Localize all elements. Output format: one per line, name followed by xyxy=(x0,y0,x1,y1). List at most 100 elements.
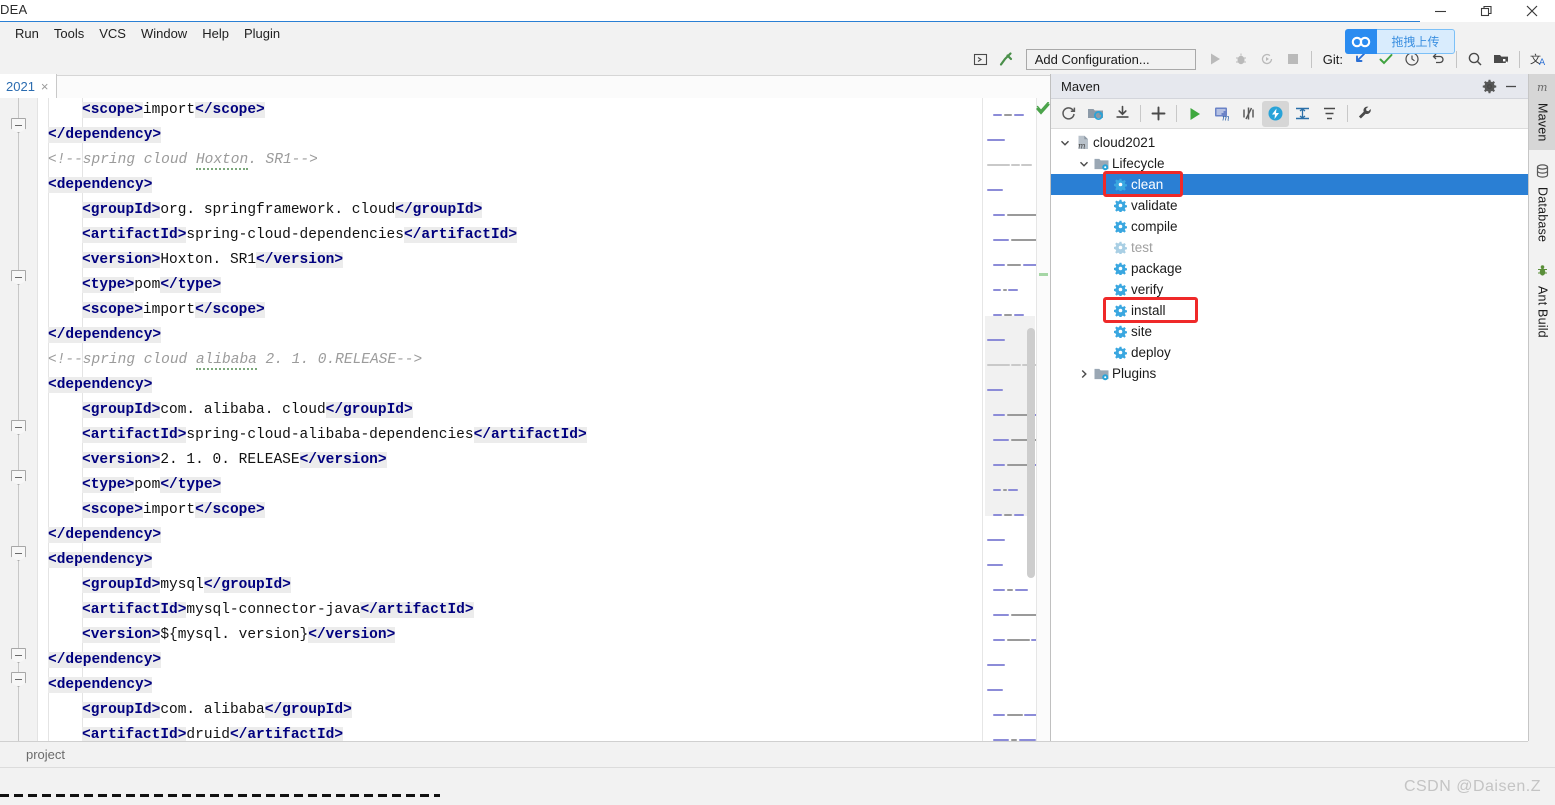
xml-tag: </scope> xyxy=(195,502,265,518)
fold-marker[interactable] xyxy=(11,118,26,133)
xml-tag: <artifactId> xyxy=(82,427,187,443)
menu-help[interactable]: Help xyxy=(195,24,236,43)
maven-tree-node-compile[interactable]: compile xyxy=(1051,216,1528,237)
minimap-line xyxy=(1002,489,1007,491)
show-dependencies-icon[interactable] xyxy=(1289,101,1316,127)
minimap-line xyxy=(993,514,1003,516)
run-maven-build-icon[interactable] xyxy=(1181,101,1208,127)
error-stripe[interactable] xyxy=(1036,98,1050,741)
run-coverage-icon[interactable] xyxy=(1254,46,1280,72)
execute-goal-icon[interactable]: m xyxy=(1208,101,1235,127)
fold-marker[interactable] xyxy=(11,648,26,663)
fold-marker[interactable] xyxy=(11,420,26,435)
maven-m-icon: m xyxy=(1536,80,1550,99)
menu-help-label: Help xyxy=(202,25,229,41)
hide-minimize-icon[interactable] xyxy=(1500,75,1522,97)
translate-icon[interactable]: 文A xyxy=(1525,46,1551,72)
code-line: <version>Hoxton. SR1</version> xyxy=(38,248,982,273)
lifecycle-folder-icon xyxy=(1092,157,1111,171)
editor-vertical-scrollbar[interactable] xyxy=(1027,328,1035,578)
minimap-line xyxy=(987,139,1005,141)
maven-tree-node-test[interactable]: test xyxy=(1051,237,1528,258)
collapse-all-icon[interactable] xyxy=(1316,101,1343,127)
debug-icon[interactable] xyxy=(1228,46,1254,72)
maven-tree-node-install[interactable]: install xyxy=(1051,300,1528,321)
code-editor[interactable]: <scope>import</scope> </dependency> <!--sp… xyxy=(0,98,1050,741)
editor-gutter[interactable] xyxy=(0,98,38,741)
xml-tag: <groupId> xyxy=(82,702,161,718)
maven-tree-node-validate[interactable]: validate xyxy=(1051,195,1528,216)
close-icon[interactable]: × xyxy=(41,79,49,94)
xml-tag: </scope> xyxy=(195,102,265,118)
menu-vcs[interactable]: VCS xyxy=(92,24,133,43)
tool-button-database[interactable]: Database xyxy=(1529,150,1555,250)
fold-marker[interactable] xyxy=(11,470,26,485)
menu-plugin[interactable]: Plugin xyxy=(237,24,287,43)
menu-plugin-label: Plugin xyxy=(243,25,281,41)
xml-comment: 2. 1. 0.RELEASE--> xyxy=(256,352,423,368)
reload-all-projects-icon[interactable] xyxy=(1055,101,1082,127)
project-view-icon[interactable] xyxy=(1488,46,1514,72)
stripe-marker[interactable] xyxy=(1039,273,1048,276)
menu-tools[interactable]: Tools xyxy=(47,24,91,43)
add-maven-project-icon[interactable] xyxy=(1145,101,1172,127)
project-structure-icon[interactable] xyxy=(968,46,994,72)
minimap-line xyxy=(1008,289,1018,291)
xml-text: mysql xyxy=(160,577,204,593)
maven-tree-node-plugins[interactable]: Plugins xyxy=(1051,363,1528,384)
maven-tree-node-label: install xyxy=(1131,303,1166,318)
generate-sources-icon[interactable] xyxy=(1082,101,1109,127)
xml-tag: </version> xyxy=(299,452,387,468)
close-icon[interactable] xyxy=(1509,0,1555,22)
restore-icon[interactable] xyxy=(1463,0,1509,22)
xml-tag: <artifactId> xyxy=(82,602,187,618)
minimap-line xyxy=(1021,164,1032,166)
menu-run[interactable]: Run xyxy=(8,24,46,43)
search-everywhere-icon[interactable] xyxy=(1462,46,1488,72)
tool-button-maven[interactable]: m Maven xyxy=(1529,74,1555,150)
maven-tree-node-package[interactable]: package xyxy=(1051,258,1528,279)
code-line: <artifactId>mysql-connector-java</artifa… xyxy=(38,598,982,623)
minimap-line xyxy=(993,439,1010,441)
maven-project-tree[interactable]: m cloud2021 Lifecycle clean validate comp… xyxy=(1051,129,1528,384)
xml-text: druid xyxy=(186,727,230,741)
run-configuration-selector[interactable]: Add Configuration... xyxy=(1025,48,1196,70)
settings-gear-icon[interactable] xyxy=(1478,75,1500,97)
toggle-skip-tests-icon[interactable] xyxy=(1235,101,1262,127)
chevron-right-icon[interactable] xyxy=(1076,369,1092,379)
chevron-down-icon[interactable] xyxy=(1076,159,1092,169)
netdisk-upload-widget[interactable]: 拖拽上传 xyxy=(1345,29,1455,54)
maven-tree-node-verify[interactable]: verify xyxy=(1051,279,1528,300)
maven-settings-wrench-icon[interactable] xyxy=(1352,101,1379,127)
maven-tool-window: Maven m m cloud2021 Lifecycle clean vali… xyxy=(1050,74,1528,741)
maven-tree-node-cloud2021[interactable]: m cloud2021 xyxy=(1051,132,1528,153)
editor-tab-2021[interactable]: 2021 × xyxy=(0,74,57,98)
maven-tree-node-label: compile xyxy=(1131,219,1178,234)
minimap-line xyxy=(993,239,1010,241)
code-line: <groupId>com. alibaba. cloud</groupId> xyxy=(38,398,982,423)
download-sources-icon[interactable] xyxy=(1109,101,1136,127)
run-icon[interactable] xyxy=(1202,46,1228,72)
fold-marker[interactable] xyxy=(11,546,26,561)
maven-tree-node-site[interactable]: site xyxy=(1051,321,1528,342)
xml-tag: </scope> xyxy=(195,302,265,318)
xml-comment: Hoxton xyxy=(195,152,249,170)
maven-goal-icon xyxy=(1111,262,1130,275)
minimap-line xyxy=(1010,614,1038,616)
build-hammer-icon[interactable] xyxy=(994,46,1020,72)
code-text-area[interactable]: <scope>import</scope> </dependency> <!--sp… xyxy=(38,98,982,741)
maven-tree-node-clean[interactable]: clean xyxy=(1051,174,1528,195)
maven-tree-node-label: cloud2021 xyxy=(1093,135,1156,150)
stop-icon[interactable] xyxy=(1280,46,1306,72)
maven-tree-node-lifecycle[interactable]: Lifecycle xyxy=(1051,153,1528,174)
menu-window[interactable]: Window xyxy=(134,24,194,43)
tool-button-ant-build[interactable]: Ant Build xyxy=(1529,250,1555,346)
maven-tree-node-label: validate xyxy=(1131,198,1178,213)
fold-marker[interactable] xyxy=(11,672,26,687)
maven-tree-node-deploy[interactable]: deploy xyxy=(1051,342,1528,363)
toggle-offline-icon[interactable] xyxy=(1262,100,1289,127)
minimize-icon[interactable] xyxy=(1417,0,1463,22)
fold-marker[interactable] xyxy=(11,270,26,285)
xml-tag: <scope> xyxy=(82,502,143,518)
chevron-down-icon[interactable] xyxy=(1057,138,1073,148)
